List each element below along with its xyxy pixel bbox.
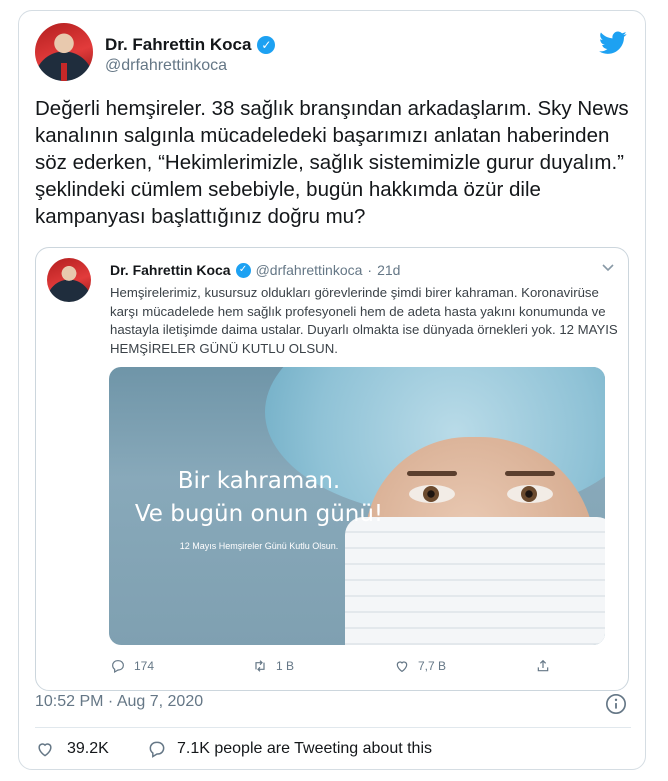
share-button[interactable]: [535, 658, 551, 674]
quoted-author-avatar[interactable]: [47, 258, 91, 302]
footer-conversation-link[interactable]: 7.1K people are Tweeting about this: [147, 739, 432, 759]
retweet-button[interactable]: 1 B: [252, 658, 294, 674]
quoted-media-image[interactable]: Bir kahraman. Ve bugün onun günü! 12 May…: [109, 367, 605, 645]
quoted-text: Hemşirelerimiz, kusursuz oldukları görev…: [110, 285, 618, 356]
quoted-author-name[interactable]: Dr. Fahrettin Koca: [110, 262, 231, 278]
heart-icon: [396, 661, 408, 673]
left-eyebrow-graphic: [407, 471, 457, 476]
speech-bubble-icon: [149, 741, 165, 758]
footer-conversation-text: 7.1K people are Tweeting about this: [177, 740, 432, 757]
info-circle-icon[interactable]: [605, 693, 627, 715]
twitter-bird-icon[interactable]: [599, 31, 627, 55]
right-eye-graphic: [507, 485, 553, 503]
quoted-tweet[interactable]: Dr. Fahrettin Koca ✓ @drfahrettinkoca · …: [35, 247, 629, 691]
left-eye-graphic: [409, 485, 455, 503]
tweet-timestamp[interactable]: 10:52 PM · Aug 7, 2020: [35, 693, 203, 711]
reply-button[interactable]: 174: [110, 658, 154, 674]
quoted-age[interactable]: 21d: [377, 262, 400, 278]
author-handle[interactable]: @drfahrettinkoca: [105, 57, 227, 75]
author-avatar[interactable]: [35, 23, 93, 81]
like-button[interactable]: 7,7 B: [394, 658, 446, 674]
footer-like-button[interactable]: 39.2K: [35, 739, 109, 759]
tweet-card: Dr. Fahrettin Koca ✓ @drfahrettinkoca De…: [18, 10, 646, 770]
tweet-text: Değerli hemşireler. 38 sağlık branşından…: [35, 97, 629, 228]
like-count: 7,7 B: [418, 659, 447, 673]
media-headline-line2: Ve bugün onun günü!: [134, 501, 384, 527]
author-name[interactable]: Dr. Fahrettin Koca: [105, 35, 251, 55]
footer-divider: [35, 727, 631, 728]
quoted-separator: ·: [367, 262, 373, 278]
quoted-actions-bar: 174 1 B 7,7 B: [110, 658, 600, 678]
footer-like-count: 39.2K: [67, 740, 109, 757]
chevron-down-icon[interactable]: [602, 264, 614, 272]
share-icon: [537, 659, 549, 672]
face-mask-graphic: [345, 517, 605, 645]
avatar-tie-graphic: [61, 63, 67, 81]
retweet-count: 1 B: [276, 659, 295, 673]
quoted-header: Dr. Fahrettin Koca ✓ @drfahrettinkoca · …: [110, 262, 400, 278]
right-eyebrow-graphic: [505, 471, 555, 476]
quoted-author-handle[interactable]: @drfahrettinkoca: [256, 262, 363, 278]
retweet-icon: [255, 660, 265, 672]
media-headline-line1: Bir kahraman.: [177, 468, 341, 494]
verified-badge-icon: ✓: [257, 36, 276, 54]
reply-icon: [112, 660, 124, 674]
author-name-row[interactable]: Dr. Fahrettin Koca ✓: [105, 35, 276, 55]
quoted-verified-badge-icon: ✓: [235, 262, 251, 278]
reply-count: 174: [134, 659, 155, 673]
media-small-text: 12 Mayıs Hemşireler Günü Kutlu Olsun.: [179, 541, 339, 551]
heart-outline-icon: [38, 743, 52, 757]
